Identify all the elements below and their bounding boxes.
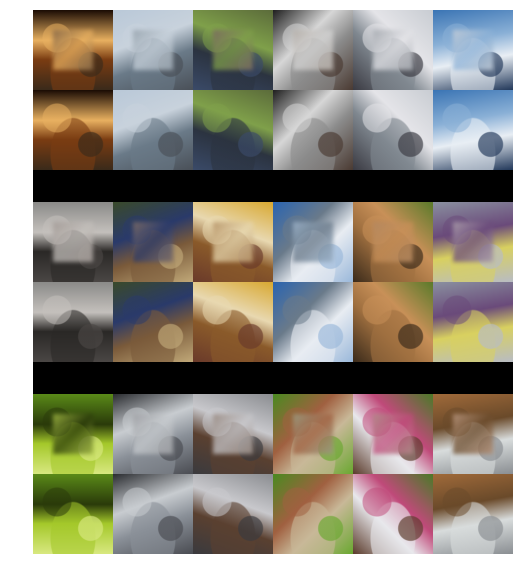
green-apples-photo: [33, 394, 113, 474]
pier-sunset-icon: [33, 282, 113, 362]
dog-cabinet-icon: [193, 474, 273, 554]
skier-photo: [433, 90, 513, 170]
lake-shore-photo: [113, 90, 193, 170]
black-separator: [33, 170, 513, 202]
lake-shore-photo: [113, 10, 193, 90]
blurred-occlusion-patch: [133, 30, 173, 70]
image-pair-block: [33, 394, 513, 554]
blurred-occlusion-patch: [293, 222, 333, 262]
hallway-door-photo: [433, 394, 513, 474]
train-photo: [433, 282, 513, 362]
person-laptop-photo: [273, 90, 353, 170]
room-window-icon: [193, 90, 273, 170]
occluded-image-row: [33, 10, 513, 90]
green-apples-icon: [33, 474, 113, 554]
living-room-photo: [193, 282, 273, 362]
blurred-occlusion-patch: [213, 414, 253, 454]
boy-dog-photo: [353, 394, 433, 474]
lake-shore-icon: [113, 90, 193, 170]
blurred-occlusion-patch: [53, 30, 93, 70]
original-image-row: [33, 282, 513, 362]
boy-dog-photo: [353, 474, 433, 554]
candle-lamp-icon: [33, 90, 113, 170]
blurred-occlusion-patch: [373, 414, 413, 454]
skier-photo: [433, 10, 513, 90]
snow-hiker-icon: [273, 282, 353, 362]
blurred-occlusion-patch: [373, 222, 413, 262]
skier-icon: [433, 90, 513, 170]
blurred-occlusion-patch: [373, 30, 413, 70]
blurred-occlusion-patch: [293, 30, 333, 70]
train-icon: [433, 282, 513, 362]
original-image-row: [33, 474, 513, 554]
sheep-field-photo: [273, 474, 353, 554]
pier-sunset-photo: [33, 282, 113, 362]
blurred-occlusion-patch: [133, 222, 173, 262]
sheep-field-photo: [273, 394, 353, 474]
skateboarder-icon: [353, 90, 433, 170]
green-apples-photo: [33, 474, 113, 554]
blurred-occlusion-patch: [53, 414, 93, 454]
woman-kitchen-icon: [113, 282, 193, 362]
woman-kitchen-photo: [113, 282, 193, 362]
woman-kitchen-photo: [113, 202, 193, 282]
blurred-occlusion-patch: [453, 30, 493, 70]
candle-lamp-photo: [33, 90, 113, 170]
pier-sunset-photo: [33, 202, 113, 282]
room-window-photo: [193, 90, 273, 170]
candle-lamp-photo: [33, 10, 113, 90]
image-grid-figure: [33, 10, 513, 554]
black-separator: [33, 362, 513, 394]
hallway-door-photo: [433, 474, 513, 554]
blurred-occlusion-patch: [213, 222, 253, 262]
blurred-occlusion-patch: [213, 30, 253, 70]
skateboarder-photo: [353, 10, 433, 90]
occluded-image-row: [33, 202, 513, 282]
living-room-icon: [193, 282, 273, 362]
bear-icon: [353, 282, 433, 362]
original-image-row: [33, 90, 513, 170]
blurred-occlusion-patch: [453, 222, 493, 262]
blurred-occlusion-patch: [453, 414, 493, 454]
image-pair-block: [33, 202, 513, 362]
bear-photo: [353, 282, 433, 362]
blurred-occlusion-patch: [53, 222, 93, 262]
snow-hiker-photo: [273, 282, 353, 362]
boy-dog-icon: [353, 474, 433, 554]
sheep-field-icon: [273, 474, 353, 554]
blurred-occlusion-patch: [133, 414, 173, 454]
person-laptop-photo: [273, 10, 353, 90]
dog-cabinet-photo: [193, 394, 273, 474]
dog-cabinet-photo: [193, 474, 273, 554]
car-interior-photo: [113, 394, 193, 474]
room-window-photo: [193, 10, 273, 90]
occluded-image-row: [33, 394, 513, 474]
hallway-door-icon: [433, 474, 513, 554]
skateboarder-photo: [353, 90, 433, 170]
car-interior-photo: [113, 474, 193, 554]
person-laptop-icon: [273, 90, 353, 170]
image-pair-block: [33, 10, 513, 170]
car-interior-icon: [113, 474, 193, 554]
living-room-photo: [193, 202, 273, 282]
blurred-occlusion-patch: [293, 414, 333, 454]
bear-photo: [353, 202, 433, 282]
train-photo: [433, 202, 513, 282]
snow-hiker-photo: [273, 202, 353, 282]
